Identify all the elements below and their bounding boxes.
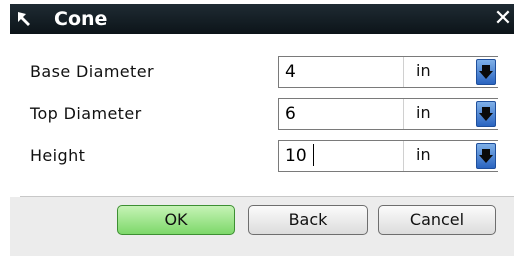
base-diameter-unit-select[interactable]: in	[403, 57, 498, 87]
height-input[interactable]	[281, 143, 399, 169]
height-unit: in	[416, 145, 431, 164]
title-bar[interactable]: Cone ✕	[10, 4, 514, 34]
grip-arrow-icon[interactable]	[16, 10, 34, 28]
base-diameter-row: Base Diameter in	[10, 54, 514, 94]
chevron-down-icon[interactable]	[476, 143, 496, 169]
top-diameter-unit-select[interactable]: in	[403, 99, 498, 129]
base-diameter-unit: in	[416, 61, 431, 80]
close-icon[interactable]: ✕	[492, 7, 514, 31]
height-field: in	[278, 140, 498, 172]
top-diameter-field: in	[278, 98, 498, 130]
top-diameter-row: Top Diameter in	[10, 96, 514, 136]
chevron-down-icon[interactable]	[476, 59, 496, 85]
base-diameter-input[interactable]	[281, 59, 399, 85]
back-button[interactable]: Back	[248, 205, 368, 235]
cone-dialog: Cone ✕ Base Diameter in Top Diameter	[0, 0, 514, 256]
height-row: Height in	[10, 138, 514, 178]
cancel-button[interactable]: Cancel	[378, 205, 496, 235]
text-caret	[313, 144, 314, 166]
button-bar: OK Back Cancel	[10, 197, 514, 256]
top-diameter-label: Top Diameter	[30, 104, 142, 123]
top-diameter-unit: in	[416, 103, 431, 122]
top-diameter-input[interactable]	[281, 101, 399, 127]
dialog-title: Cone	[54, 8, 108, 30]
ok-button[interactable]: OK	[117, 205, 235, 235]
chevron-down-icon[interactable]	[476, 101, 496, 127]
height-label: Height	[30, 146, 86, 165]
base-diameter-field: in	[278, 56, 498, 88]
base-diameter-label: Base Diameter	[30, 62, 154, 81]
height-unit-select[interactable]: in	[403, 141, 498, 171]
dialog-body: Base Diameter in Top Diameter	[10, 34, 514, 256]
